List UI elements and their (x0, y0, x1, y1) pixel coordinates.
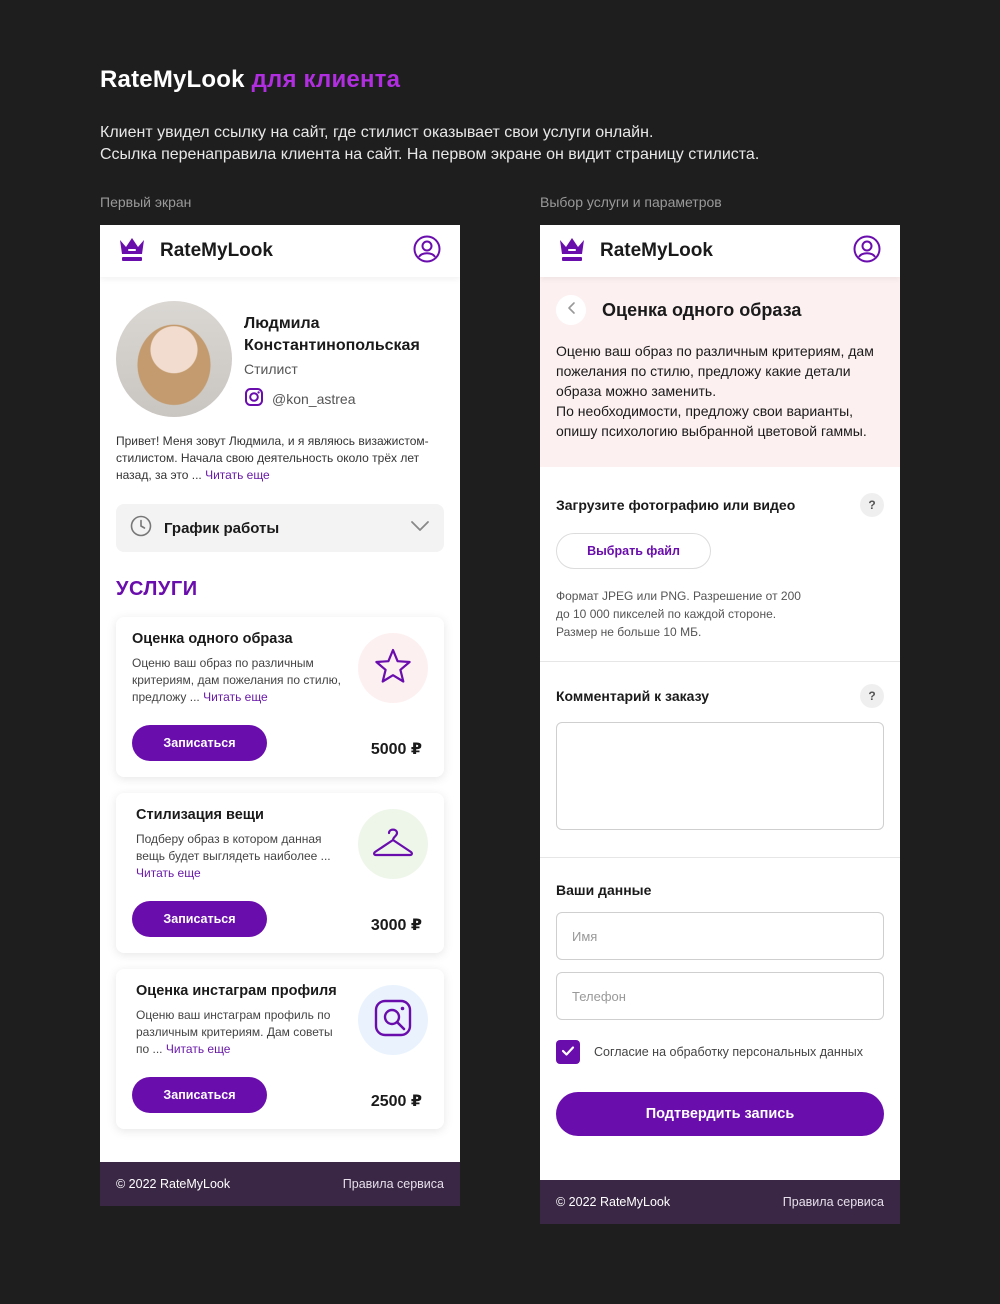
bio-read-more-link[interactable]: Читать еще (205, 468, 270, 482)
service-icon-circle (358, 809, 428, 879)
hanger-icon (371, 825, 415, 864)
screen-label-service: Выбор услуги и параметров (540, 194, 722, 210)
service-rules-link[interactable]: Правила сервиса (783, 1195, 884, 1209)
user-profile-button[interactable] (412, 235, 442, 268)
customer-data-title: Ваши данные (556, 882, 652, 898)
service-icon-circle (358, 633, 428, 703)
service-read-more-link[interactable]: Читать еще (136, 866, 201, 880)
upload-section: Загрузите фотографию или видео ? Выбрать… (540, 467, 900, 662)
user-profile-button[interactable] (852, 235, 882, 268)
name-input[interactable] (556, 912, 884, 960)
brand-name: RateMyLook (600, 240, 713, 261)
book-service-button[interactable]: Записаться (132, 1077, 267, 1113)
footer: © 2022 RateMyLook Правила сервиса (100, 1162, 460, 1206)
service-full-description: Оценю ваш образ по различным критериям, … (556, 343, 874, 439)
service-icon-circle (358, 985, 428, 1055)
comment-title: Комментарий к заказу (556, 688, 709, 704)
service-card: Оценка одного образа Оценю ваш образ по … (116, 617, 444, 777)
phone-input[interactable] (556, 972, 884, 1020)
app-header: RateMyLook (100, 225, 460, 277)
user-circle-icon (853, 235, 881, 268)
choose-file-button[interactable]: Выбрать файл (556, 533, 711, 569)
intro-line: Клиент увидел ссылку на сайт, где стилис… (100, 124, 654, 141)
service-rules-link[interactable]: Правила сервиса (343, 1177, 444, 1191)
brand-logo[interactable]: RateMyLook (118, 236, 273, 267)
chevron-down-icon (410, 519, 430, 537)
screen-label-first: Первый экран (100, 194, 192, 210)
instagram-search-icon (373, 998, 413, 1043)
service-price: 5000 ₽ (370, 741, 422, 758)
brand-name: RateMyLook (160, 240, 273, 261)
stylist-role: Стилист (244, 361, 298, 377)
stylist-first-name: Людмила (244, 315, 320, 332)
user-circle-icon (413, 235, 441, 268)
crown-icon (558, 236, 586, 267)
stylist-page-screen: RateMyLook Людмила Константинопольская С… (100, 225, 460, 1206)
instagram-icon (244, 387, 264, 410)
consent-row: Согласие на обработку персональных данны… (556, 1040, 884, 1064)
service-order-screen: RateMyLook Оценка одного образа Оценю ва… (540, 225, 900, 1224)
stylist-bio: Привет! Меня зовут Людмила, и я являюсь … (100, 417, 460, 484)
service-heading: Оценка одного образа (602, 299, 802, 320)
intro-text: Клиент увидел ссылку на сайт, где стилис… (100, 122, 920, 166)
order-comment-textarea[interactable] (556, 722, 884, 830)
service-desc-text: Подберу образ в котором данная вещь буде… (136, 832, 331, 863)
customer-data-section: Ваши данные Согласие на обработку персон… (540, 858, 900, 1156)
work-schedule-label: График работы (164, 519, 280, 537)
footer: © 2022 RateMyLook Правила сервиса (540, 1180, 900, 1224)
services-heading: УСЛУГИ (116, 578, 198, 600)
service-description: Оценю ваш инстаграм профиль по различным… (132, 1007, 342, 1058)
instagram-handle: @kon_astrea (272, 390, 356, 407)
footer-copyright: © 2022 RateMyLook (116, 1177, 231, 1191)
chevron-left-icon (566, 301, 576, 320)
upload-hint: Формат JPEG или PNG. Разрешение от 200 д… (556, 589, 801, 639)
back-button[interactable] (556, 295, 586, 325)
service-summary: Оценка одного образа Оценю ваш образ по … (540, 277, 900, 467)
page-title: RateMyLook для клиента (100, 66, 400, 94)
upload-title: Загрузите фотографию или видео (556, 497, 796, 513)
footer-copyright: © 2022 RateMyLook (556, 1195, 671, 1209)
service-description: Оценю ваш образ по различным критериям, … (132, 655, 342, 706)
service-price: 2500 ₽ (370, 1093, 422, 1110)
book-service-button[interactable]: Записаться (132, 901, 267, 937)
service-price: 3000 ₽ (370, 917, 422, 934)
confirm-booking-button[interactable]: Подтвердить запись (556, 1092, 884, 1136)
page-title-main: RateMyLook (100, 66, 245, 93)
stylist-last-name: Константинопольская (244, 337, 420, 354)
service-card: Стилизация вещи Подберу образ в котором … (116, 793, 444, 953)
app-header: RateMyLook (540, 225, 900, 277)
stylist-name: Людмила Константинопольская (244, 313, 420, 357)
help-button[interactable]: ? (860, 684, 884, 708)
stylist-profile: Людмила Константинопольская Стилист @kon… (100, 277, 460, 417)
comment-section: Комментарий к заказу ? (540, 662, 900, 858)
consent-checkbox[interactable] (556, 1040, 580, 1064)
brand-logo[interactable]: RateMyLook (558, 236, 713, 267)
checkmark-icon (561, 1045, 575, 1060)
service-description: Подберу образ в котором данная вещь буде… (132, 831, 342, 882)
star-icon (373, 647, 413, 690)
consent-label: Согласие на обработку персональных данны… (594, 1045, 863, 1059)
crown-icon (118, 236, 146, 267)
page-title-accent: для клиента (251, 66, 401, 93)
intro-line: Ссылка перенаправила клиента на сайт. На… (100, 146, 760, 163)
service-card: Оценка инстаграм профиля Оценю ваш инста… (116, 969, 444, 1129)
service-read-more-link[interactable]: Читать еще (203, 690, 268, 704)
instagram-link[interactable]: @kon_astrea (244, 387, 420, 410)
clock-icon (130, 515, 152, 541)
bio-text: Привет! Меня зовут Людмила, и я являюсь … (116, 434, 429, 482)
service-read-more-link[interactable]: Читать еще (166, 1042, 231, 1056)
work-schedule-accordion[interactable]: График работы (116, 504, 444, 552)
help-button[interactable]: ? (860, 493, 884, 517)
book-service-button[interactable]: Записаться (132, 725, 267, 761)
avatar (116, 301, 232, 417)
